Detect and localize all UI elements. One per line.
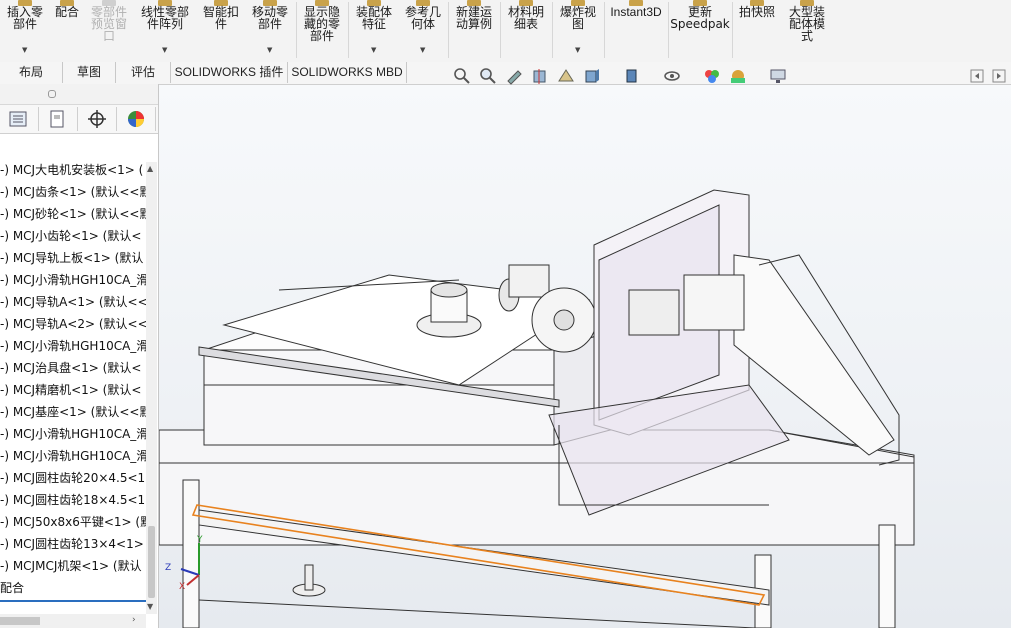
chevron-down-icon[interactable]: ▼: [162, 44, 167, 56]
panel-header: [0, 84, 158, 105]
smart-fasteners-button[interactable]: 智能扣 件: [198, 0, 244, 60]
show-hidden-components-button[interactable]: 显示隐 藏的零 部件: [298, 0, 346, 60]
dynamic-annotation-icon[interactable]: [556, 66, 576, 86]
component-preview-button[interactable]: 零部件 预览窗 口: [86, 0, 132, 60]
tree-item[interactable]: -) MCJ小滑轨HGH10CA_滑: [0, 446, 146, 467]
assembly-features-button[interactable]: 装配体 特征 ▼: [350, 0, 398, 60]
update-speedpak-button[interactable]: 更新 Speedpak: [670, 0, 730, 60]
panel-right-arrow-icon[interactable]: [990, 66, 1010, 86]
feature-manager-tabs: [0, 105, 158, 134]
tree-item[interactable]: -) MCJ基座<1> (默认<<默: [0, 402, 146, 423]
chevron-down-icon[interactable]: ▼: [267, 44, 272, 56]
reference-geometry-button[interactable]: 参考几 何体 ▼: [400, 0, 446, 60]
section-view-icon[interactable]: [530, 66, 550, 86]
ribbon-divider: [604, 2, 605, 58]
graphics-viewport[interactable]: Y Z X: [159, 85, 1011, 628]
tree-item[interactable]: -) MCJ大电机安装板<1> (: [0, 160, 146, 181]
tree-item[interactable]: -) MCJ导轨上板<1> (默认: [0, 248, 146, 269]
tree-item[interactable]: -) MCJ圆柱齿轮13×4<1>: [0, 534, 146, 555]
hide-show-items-icon[interactable]: [662, 66, 682, 86]
large-assembly-mode-button[interactable]: 大型装 配体模 式: [782, 0, 832, 60]
tab-layout[interactable]: 布局: [0, 62, 63, 83]
command-manager-ribbon: 插入零 部件 ▼ 配合 零部件 预览窗 口 线性零部 件阵列 ▼ 智能扣 件 移动零…: [0, 0, 1011, 63]
instant3d-button[interactable]: Instant3D: [606, 0, 666, 60]
tree-item[interactable]: -) MCJ圆柱齿轮20×4.5<1: [0, 468, 146, 489]
display-manager-tab-icon[interactable]: [117, 107, 156, 131]
apply-scene-icon[interactable]: [728, 66, 748, 86]
tree-item[interactable]: -) MCJMCJ机架<1> (默认: [0, 556, 146, 577]
chevron-down-icon[interactable]: ▼: [22, 44, 27, 56]
tab-solidworks-mbd[interactable]: SOLIDWORKS MBD: [288, 62, 407, 83]
tree-item[interactable]: -) MCJ砂轮<1> (默认<<默: [0, 204, 146, 225]
scrollbar-thumb[interactable]: [0, 617, 40, 625]
tree-horizontal-scrollbar[interactable]: ›: [0, 614, 146, 628]
edit-appearance-icon[interactable]: [702, 66, 722, 86]
tree-item[interactable]: -) MCJ导轨A<2> (默认<<: [0, 314, 146, 335]
zoom-to-fit-icon[interactable]: [452, 66, 472, 86]
tab-evaluate[interactable]: 评估: [116, 62, 171, 83]
ribbon-divider: [296, 2, 297, 58]
tree-item[interactable]: -) MCJ治具盘<1> (默认<: [0, 358, 146, 379]
zoom-to-area-icon[interactable]: [478, 66, 498, 86]
splitter-handle-icon[interactable]: [48, 90, 56, 98]
tree-item[interactable]: -) MCJ齿条<1> (默认<<默: [0, 182, 146, 203]
chevron-down-icon[interactable]: ▼: [575, 44, 580, 56]
previous-view-icon[interactable]: [504, 66, 524, 86]
tab-sketch[interactable]: 草图: [63, 62, 116, 83]
bill-of-materials-button[interactable]: 材料明 细表: [502, 0, 550, 60]
chevron-down-icon[interactable]: ▼: [420, 44, 425, 56]
exploded-view-button[interactable]: 爆炸视 图 ▼: [554, 0, 602, 60]
configuration-manager-tab-icon[interactable]: [78, 107, 117, 131]
tree-item[interactable]: -) MCJ导轨A<1> (默认<<: [0, 292, 146, 313]
ribbon-divider: [732, 2, 733, 58]
linear-pattern-button[interactable]: 线性零部 件阵列 ▼: [134, 0, 196, 60]
panel-left-arrow-icon[interactable]: [968, 66, 988, 86]
ribbon-divider: [668, 2, 669, 58]
scroll-up-icon[interactable]: ▲: [147, 164, 153, 173]
feature-tree-tab-icon[interactable]: [0, 107, 39, 131]
tree-item[interactable]: -) MCJ50x8x6平键<1> (默: [0, 512, 146, 533]
insert-component-button[interactable]: 插入零 部件 ▼: [2, 0, 48, 60]
scroll-right-icon[interactable]: ›: [132, 615, 136, 625]
triad-x-label: X: [179, 582, 186, 592]
scroll-down-icon[interactable]: ▼: [147, 602, 153, 611]
tree-item[interactable]: -) MCJ小齿轮<1> (默认<: [0, 226, 146, 247]
tab-solidworks-addins[interactable]: SOLIDWORKS 插件: [171, 62, 288, 83]
view-settings-icon[interactable]: [768, 66, 788, 86]
scrollbar-thumb[interactable]: [148, 526, 155, 598]
tree-item-mates[interactable]: 配合: [0, 578, 146, 599]
take-snapshot-button[interactable]: 拍快照: [734, 0, 780, 60]
tree-vertical-scrollbar[interactable]: ▲ ▼: [146, 162, 157, 614]
triad-z-label: Z: [165, 563, 172, 573]
move-component-button[interactable]: 移动零 部件 ▼: [246, 0, 294, 60]
tree-item[interactable]: -) MCJ小滑轨HGH10CA_滑: [0, 270, 146, 291]
assembly-model-drawing: [159, 189, 915, 628]
tree-item[interactable]: -) MCJ精磨机<1> (默认<: [0, 380, 146, 401]
tree-item[interactable]: -) MCJ小滑轨HGH10CA_滑: [0, 424, 146, 445]
ribbon-divider: [552, 2, 553, 58]
display-style-icon[interactable]: [622, 66, 642, 86]
tree-focus-underline: [0, 600, 146, 602]
new-motion-study-button[interactable]: 新建运 动算例: [450, 0, 498, 60]
ribbon-divider: [348, 2, 349, 58]
ribbon-divider: [500, 2, 501, 58]
tree-item[interactable]: -) MCJ圆柱齿轮18×4.5<1: [0, 490, 146, 511]
ribbon-divider: [448, 2, 449, 58]
property-manager-tab-icon[interactable]: [39, 107, 78, 131]
mate-button[interactable]: 配合: [50, 0, 84, 60]
chevron-down-icon[interactable]: ▼: [371, 44, 376, 56]
triad-y-label: Y: [197, 535, 203, 545]
view-orientation-icon[interactable]: [582, 66, 602, 86]
tree-item[interactable]: -) MCJ小滑轨HGH10CA_滑: [0, 336, 146, 357]
feature-manager-panel: -) MCJ大电机安装板<1> ( -) MCJ齿条<1> (默认<<默 -) …: [0, 84, 159, 628]
